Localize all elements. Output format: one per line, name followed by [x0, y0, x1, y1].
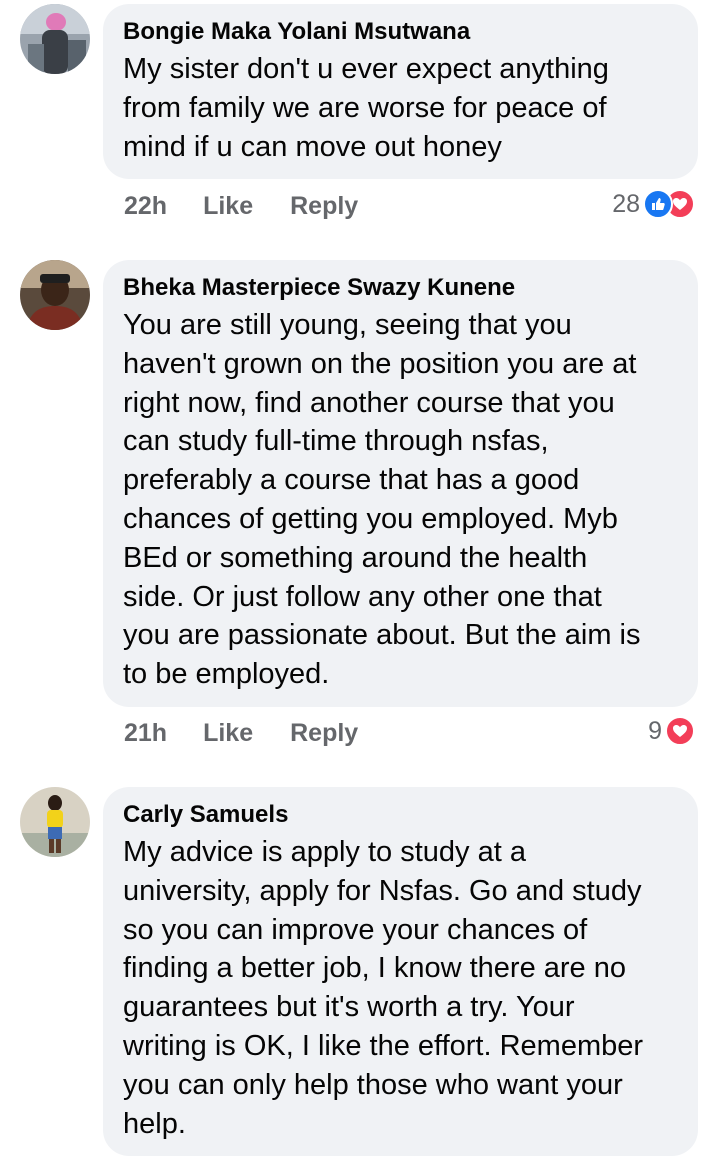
reaction-summary[interactable]: 28 — [612, 186, 695, 222]
comment-bubble: Bheka Masterpiece Swazy Kunene You are s… — [103, 260, 698, 707]
comment-author[interactable]: Carly Samuels — [123, 800, 680, 830]
reaction-summary[interactable]: 9 — [648, 713, 695, 749]
comment-author[interactable]: Bongie Maka Yolani Msutwana — [123, 17, 680, 47]
comment-actions: 22h Like Reply — [124, 188, 358, 224]
love-icon — [665, 716, 695, 746]
comment-bubble: Carly Samuels My advice is apply to stud… — [103, 787, 698, 1156]
comment-timestamp[interactable]: 22h — [124, 188, 167, 224]
comment-author[interactable]: Bheka Masterpiece Swazy Kunene — [123, 273, 680, 303]
comment-text: You are still young, seeing that you hav… — [123, 309, 641, 691]
like-button[interactable]: Like — [203, 715, 253, 751]
reply-button[interactable]: Reply — [290, 188, 358, 224]
comment-text: My advice is apply to study at a univers… — [123, 836, 644, 1140]
comment-actions: 21h Like Reply — [124, 715, 358, 751]
reaction-count: 9 — [648, 716, 662, 745]
avatar[interactable] — [20, 787, 90, 857]
comment-timestamp[interactable]: 21h — [124, 715, 167, 751]
like-icon — [643, 189, 673, 219]
comment-text: My sister don't u ever expect anything f… — [123, 53, 609, 163]
avatar[interactable] — [20, 4, 90, 74]
reply-button[interactable]: Reply — [290, 715, 358, 751]
avatar[interactable] — [20, 260, 90, 330]
comment-bubble: Bongie Maka Yolani Msutwana My sister do… — [103, 4, 698, 179]
reaction-count: 28 — [612, 189, 640, 218]
like-button[interactable]: Like — [203, 188, 253, 224]
